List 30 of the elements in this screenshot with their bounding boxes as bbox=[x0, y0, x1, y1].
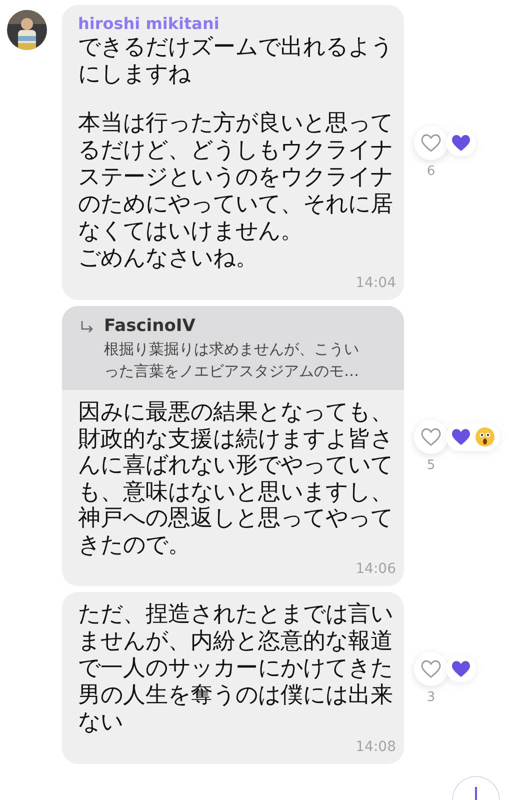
message-time: 14:04 bbox=[354, 274, 396, 292]
heart-icon bbox=[451, 134, 471, 152]
reactions-pill[interactable] bbox=[446, 130, 476, 156]
reactions-pill[interactable] bbox=[446, 656, 476, 682]
reply-arrow-icon bbox=[80, 320, 94, 332]
heart-icon bbox=[451, 660, 471, 678]
message-text: できるだけズームで出れるようにしますね bbox=[78, 34, 394, 88]
like-button[interactable] bbox=[414, 126, 448, 160]
reply-author: FascinoIV bbox=[104, 315, 196, 338]
reaction-count: 5 bbox=[426, 458, 436, 472]
surprised-face-icon bbox=[475, 426, 495, 446]
heart-icon bbox=[421, 660, 441, 678]
like-button[interactable] bbox=[414, 652, 448, 686]
message-text: ただ、捏造されたとまでは言いませんが、内紛と恣意的な報道で一人のサッカーにかけてきた男の人生を奪うのは僕には出来ない bbox=[78, 601, 394, 736]
reactions-pill[interactable] bbox=[446, 422, 500, 450]
quoted-reply[interactable]: FascinoIV 根掘り葉掘りは求めませんが、こういった言葉をノエビアスタジアムのモ… bbox=[62, 306, 404, 390]
message-text: 因みに最悪の結果となっても、財政的な支援は続けますよ皆さんに喜ばれない形でやっていても、意味はないと思いますし、神戸への恩返しと思ってやってきたので。 bbox=[78, 399, 394, 558]
message-text: 本当は行った方が良いと思ってるだけど、どうしもウクライナステージというのをウクライナのためにやっていて、それに居なくてはいけません。 bbox=[78, 110, 394, 245]
heart-icon bbox=[451, 428, 471, 446]
reaction-count: 3 bbox=[426, 690, 436, 704]
reaction-count: 6 bbox=[426, 164, 436, 179]
message-time: 14:06 bbox=[354, 560, 396, 578]
heart-icon bbox=[421, 428, 441, 446]
scroll-down-button[interactable] bbox=[452, 776, 500, 800]
sender-name: hiroshi mikitani bbox=[78, 14, 220, 34]
like-button[interactable] bbox=[414, 420, 448, 454]
message-time: 14:08 bbox=[354, 738, 396, 756]
reply-text: 根掘り葉掘りは求めませんが、こういった言葉をノエビアスタジアムのモ… bbox=[104, 339, 360, 382]
heart-icon bbox=[421, 134, 441, 152]
message-text: ごめんなさいね。 bbox=[78, 245, 260, 272]
